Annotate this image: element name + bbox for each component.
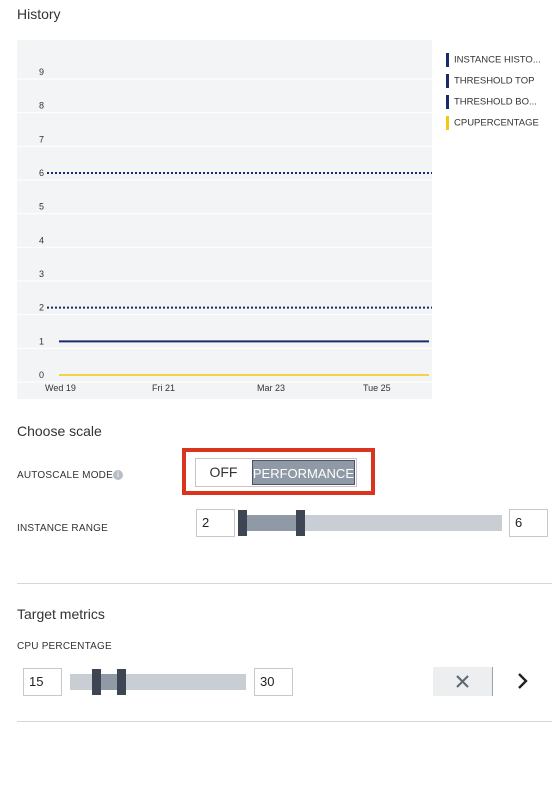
cpu-max-input[interactable]: 30 bbox=[254, 668, 293, 696]
history-title: History bbox=[17, 6, 61, 22]
clear-metric-button[interactable] bbox=[433, 667, 493, 696]
legend-swatch bbox=[446, 116, 449, 130]
chevron-right-icon bbox=[518, 673, 528, 689]
instance-range-fill bbox=[244, 515, 300, 531]
mode-performance-option[interactable]: PERFORMANCE bbox=[251, 460, 355, 485]
legend-item-threshold-bottom[interactable]: THRESHOLD BO... bbox=[446, 95, 541, 109]
mode-off-option[interactable]: OFF bbox=[196, 459, 251, 486]
next-metric-button[interactable] bbox=[512, 670, 532, 692]
y-tick-label: 4 bbox=[39, 235, 44, 245]
section-divider bbox=[17, 583, 552, 584]
y-tick-label: 5 bbox=[39, 202, 44, 212]
legend-item-instance-history[interactable]: INSTANCE HISTO... bbox=[446, 53, 541, 67]
history-chart: 9 8 7 6 5 4 3 2 1 0 Wed 19 Fri 21 Mar 23 Tue 25 bbox=[17, 40, 432, 399]
cpu-max-handle[interactable] bbox=[117, 669, 126, 695]
y-tick-label: 7 bbox=[39, 134, 44, 144]
choose-scale-title: Choose scale bbox=[17, 423, 102, 439]
x-tick-label: Wed 19 bbox=[45, 383, 76, 393]
instance-range-label: INSTANCE RANGE bbox=[17, 523, 108, 534]
legend-swatch bbox=[446, 53, 449, 67]
info-icon[interactable]: i bbox=[113, 470, 123, 480]
legend-label: THRESHOLD TOP bbox=[454, 75, 535, 87]
cpu-min-input[interactable]: 15 bbox=[23, 668, 62, 696]
section-divider bbox=[17, 721, 552, 722]
y-tick-label: 3 bbox=[39, 269, 44, 279]
y-tick-label: 1 bbox=[39, 336, 44, 346]
x-tick-label: Mar 23 bbox=[257, 383, 285, 393]
y-tick-label: 2 bbox=[39, 303, 44, 313]
legend-label: INSTANCE HISTO... bbox=[454, 54, 541, 66]
history-chart-svg: 9 8 7 6 5 4 3 2 1 0Wed 19 Fri 21 Mar 23 Tue 25 bbox=[17, 67, 432, 393]
y-tick-label: 6 bbox=[39, 168, 44, 178]
legend-item-threshold-top[interactable]: THRESHOLD TOP bbox=[446, 74, 541, 88]
y-tick-label: 9 bbox=[39, 67, 44, 77]
x-tick-label: Tue 25 bbox=[363, 383, 391, 393]
target-metrics-title: Target metrics bbox=[17, 606, 105, 622]
legend-swatch bbox=[446, 95, 449, 109]
chart-legend: INSTANCE HISTO... THRESHOLD TOP THRESHOL… bbox=[446, 53, 541, 130]
close-icon bbox=[456, 675, 469, 688]
instance-min-handle[interactable] bbox=[238, 510, 247, 536]
y-tick-label: 0 bbox=[39, 370, 44, 380]
legend-item-cpu-percentage[interactable]: CPUPERCENTAGE bbox=[446, 116, 541, 130]
instance-min-input[interactable]: 2 bbox=[196, 509, 235, 537]
legend-swatch bbox=[446, 74, 449, 88]
instance-max-handle[interactable] bbox=[296, 510, 305, 536]
x-tick-label: Fri 21 bbox=[152, 383, 175, 393]
autoscale-mode-toggle[interactable]: OFF PERFORMANCE bbox=[195, 458, 357, 487]
cpu-percentage-label: CPU PERCENTAGE bbox=[17, 641, 112, 652]
autoscale-mode-label: AUTOSCALE MODE bbox=[17, 470, 113, 481]
legend-label: CPUPERCENTAGE bbox=[454, 117, 539, 129]
cpu-min-handle[interactable] bbox=[92, 669, 101, 695]
instance-max-input[interactable]: 6 bbox=[509, 509, 548, 537]
y-tick-label: 8 bbox=[39, 101, 44, 111]
legend-label: THRESHOLD BO... bbox=[454, 96, 537, 108]
